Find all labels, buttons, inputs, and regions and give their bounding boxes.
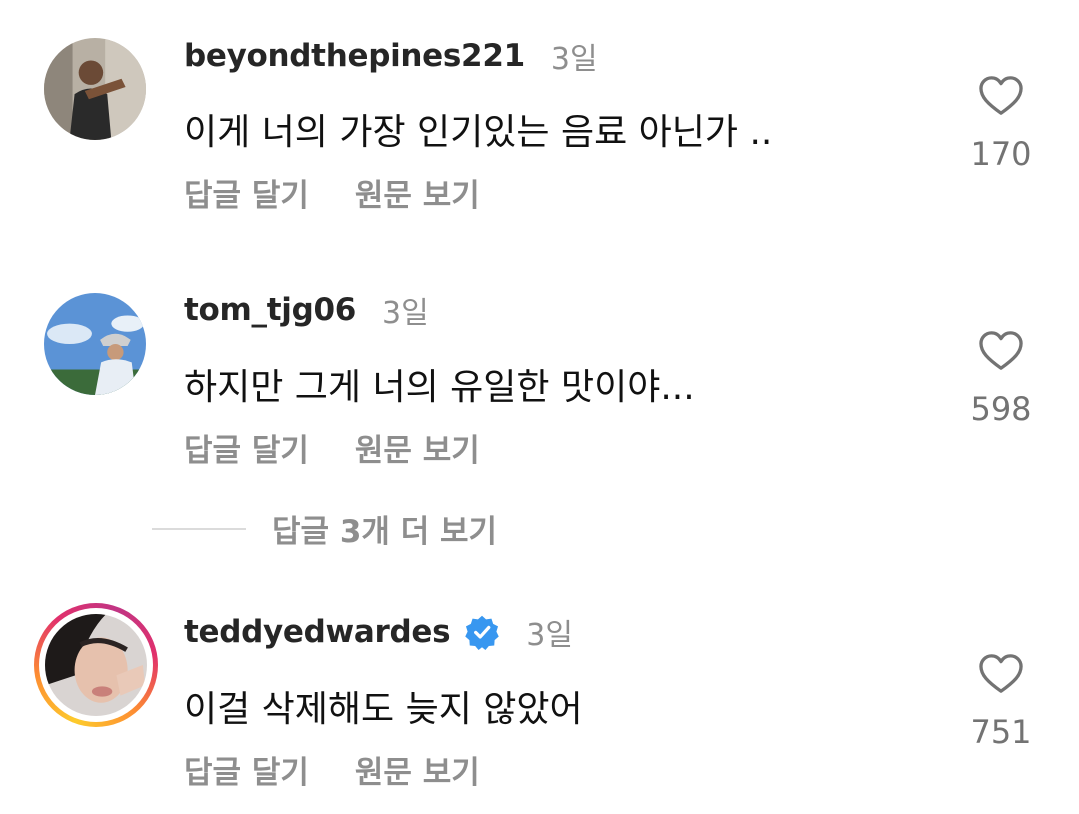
heart-outline-icon[interactable] [978, 75, 1024, 117]
comment-header: tom_tjg06 3일 [184, 290, 429, 331]
username[interactable]: beyondthepines221 [184, 38, 525, 74]
reply-button[interactable]: 답글 달기 [184, 747, 309, 792]
timestamp: 3일 [382, 296, 429, 331]
view-more-replies[interactable]: 답글 3개 더 보기 [152, 506, 497, 551]
username[interactable]: teddyedwardes [184, 614, 451, 650]
avatar [45, 614, 147, 716]
comment-text: 하지만 그게 너의 유일한 맛이야... [184, 367, 695, 408]
comment-actions: 답글 달기 원문 보기 [184, 747, 480, 792]
comment-header: beyondthepines221 3일 [184, 36, 598, 77]
story-ring[interactable] [34, 603, 158, 727]
view-more-replies-label[interactable]: 답글 3개 더 보기 [272, 506, 497, 551]
like-group: 598 [966, 330, 1036, 428]
see-translation-button[interactable]: 원문 보기 [355, 425, 480, 470]
timestamp: 3일 [550, 42, 598, 77]
username[interactable]: tom_tjg06 [184, 292, 356, 328]
like-group: 170 [966, 75, 1036, 173]
like-group: 751 [966, 653, 1036, 751]
heart-outline-icon[interactable] [978, 653, 1024, 695]
comment-header: teddyedwardes 3일 [184, 612, 573, 653]
like-count: 751 [970, 713, 1032, 751]
avatar[interactable] [44, 293, 146, 395]
heart-outline-icon[interactable] [978, 330, 1024, 372]
comment-actions: 답글 달기 원문 보기 [184, 170, 480, 215]
comment-text: 이걸 삭제해도 늦지 않았어 [184, 689, 583, 730]
comment-text: 이게 너의 가장 인기있는 음료 아닌가 .. [184, 112, 773, 153]
divider-line [152, 527, 246, 530]
see-translation-button[interactable]: 원문 보기 [355, 170, 480, 215]
reply-button[interactable]: 답글 달기 [184, 425, 309, 470]
verified-badge-icon [465, 615, 500, 650]
comment-actions: 답글 달기 원문 보기 [184, 425, 480, 470]
like-count: 598 [970, 390, 1032, 428]
reply-button[interactable]: 답글 달기 [184, 170, 309, 215]
comments-list: beyondthepines221 3일 이게 너의 가장 인기있는 음료 아닌… [0, 0, 1079, 814]
timestamp: 3일 [526, 618, 573, 653]
see-translation-button[interactable]: 원문 보기 [355, 747, 480, 792]
like-count: 170 [970, 135, 1032, 173]
avatar[interactable] [44, 38, 146, 140]
